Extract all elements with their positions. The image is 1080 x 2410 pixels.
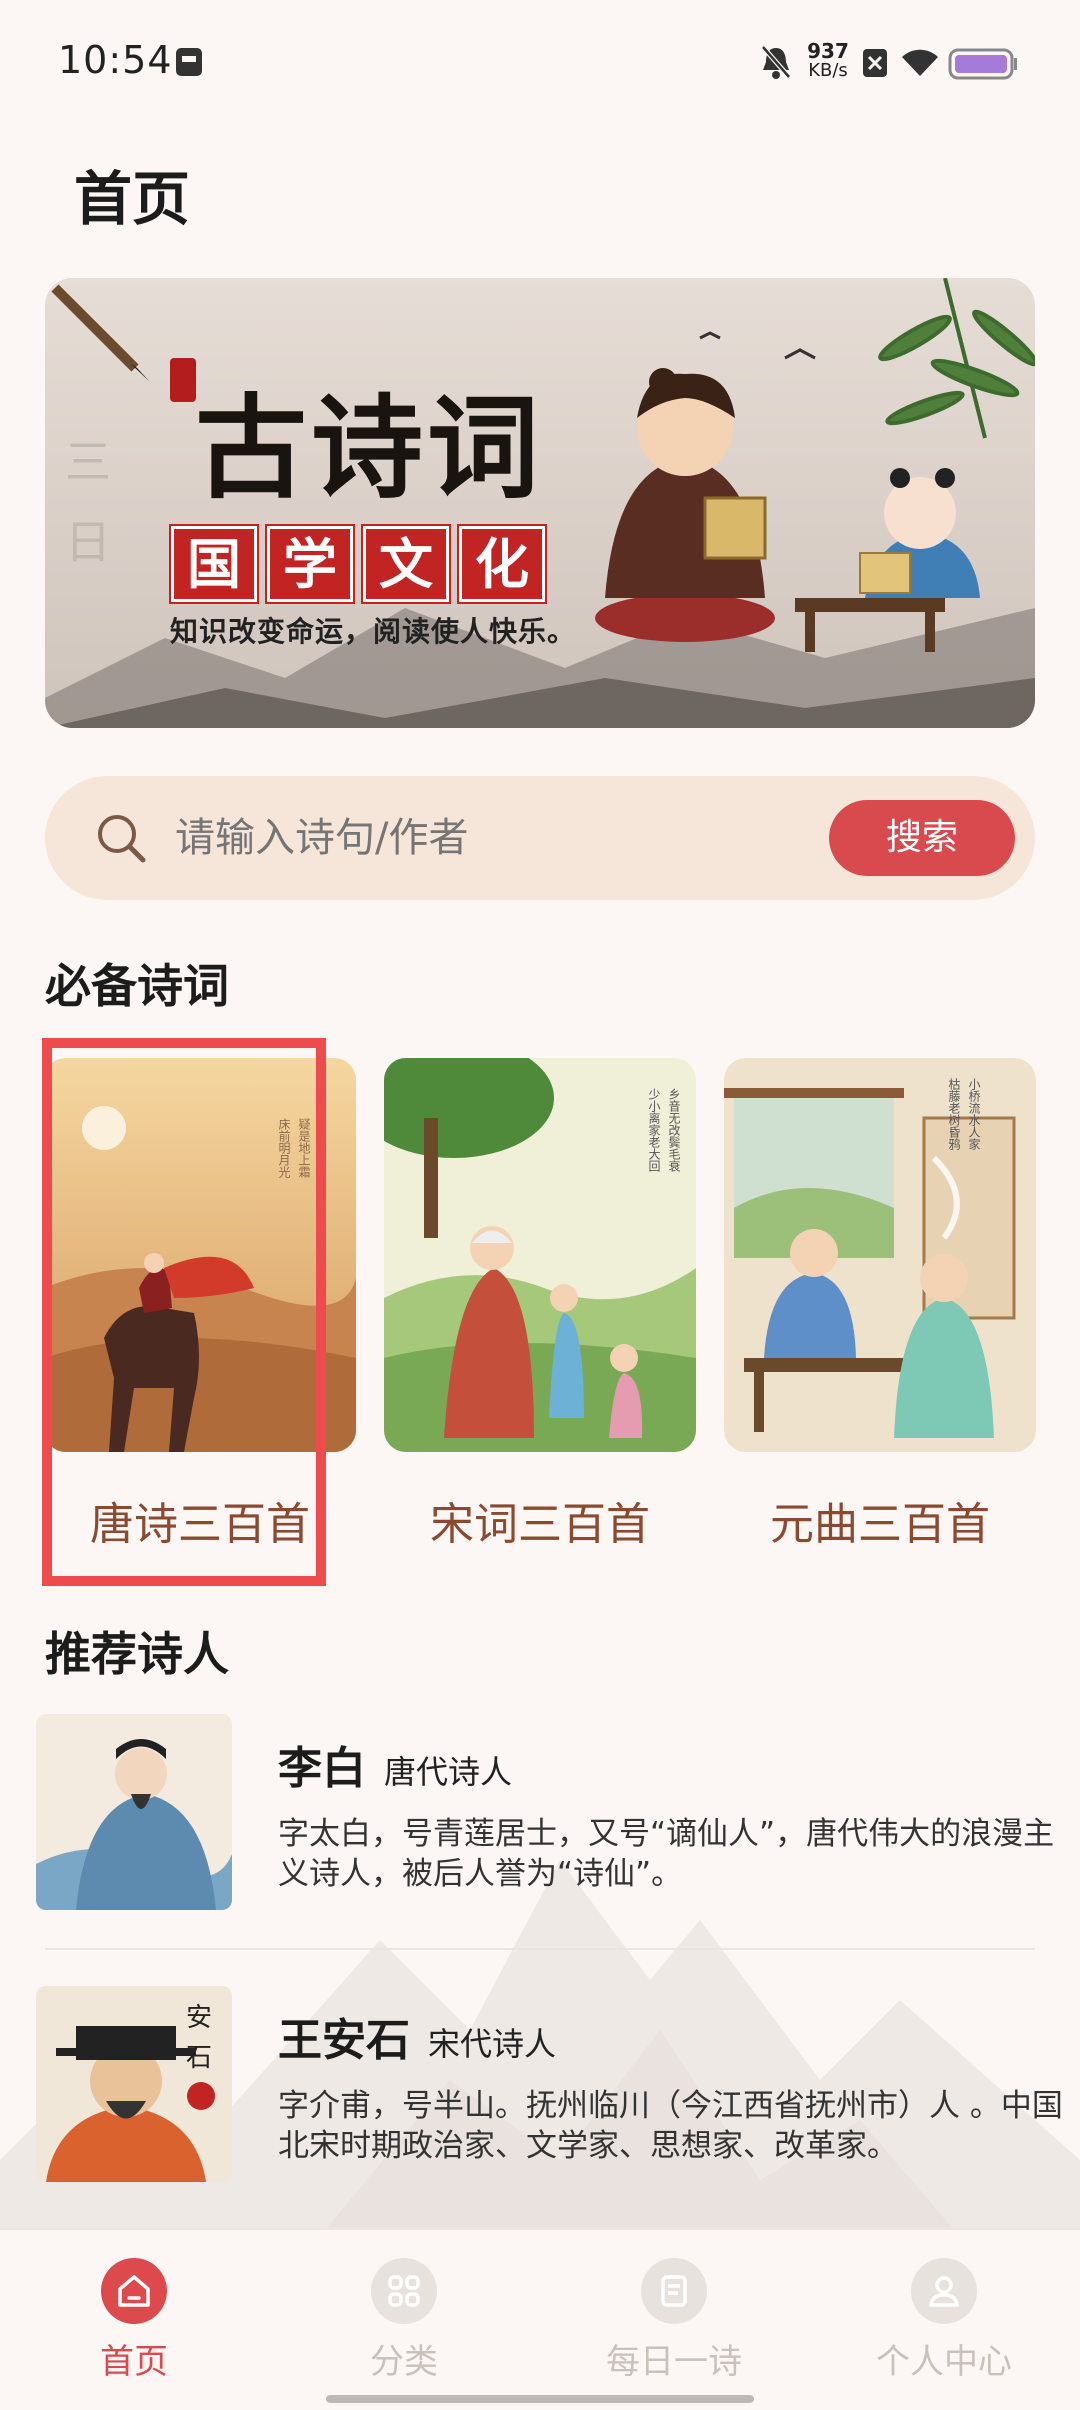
storage-icon	[176, 48, 202, 76]
poet-description: 字介甫，号半山。抚州临川（今江西省抚州市）人 。中国北宋时期政治家、文学家、思想…	[278, 2088, 1063, 2164]
card-image-yuan: 枯藤老树昏鸦 小桥流水人家	[724, 1058, 1036, 1452]
poet-item-wanganshi[interactable]: 安 石 王安石 宋代诗人 字介甫，号半山。抚州临川（今江西省抚州市）人 。中国北宋…	[36, 1986, 1063, 2206]
svg-text:三: 三	[65, 435, 111, 489]
nav-item-category[interactable]: 分类	[294, 2258, 514, 2383]
section-title-poets: 推荐诗人	[45, 1627, 229, 1681]
svg-text:枯藤老树昏鸦: 枯藤老树昏鸦	[947, 1077, 961, 1151]
status-time: 10:54	[58, 38, 173, 82]
poetry-card-yuan[interactable]: 枯藤老树昏鸦 小桥流水人家 元曲三百首	[724, 1058, 1036, 1550]
document-icon	[641, 2258, 707, 2324]
nav-item-home[interactable]: 首页	[24, 2258, 244, 2383]
nav-item-daily-poem[interactable]: 每日一诗	[564, 2258, 784, 2383]
nav-label-daily-poem: 每日一诗	[606, 2342, 742, 2382]
poet-era: 唐代诗人	[384, 1753, 513, 1791]
banner-slogan: 知识改变命运，阅读使人快乐。	[170, 615, 577, 648]
poet-name: 王安石	[278, 2015, 410, 2066]
nav-label-category: 分类	[370, 2342, 438, 2382]
status-bar: 10:54 937 KB/s	[0, 0, 1080, 125]
search-icon	[98, 815, 146, 863]
page-title: 首页	[74, 165, 191, 233]
sim-off-icon	[863, 49, 887, 77]
banner-subtitle: 国 学 文 化	[171, 526, 545, 602]
poet-item-libai[interactable]: 李白 唐代诗人 字太白，号青莲居士，又号“谪仙人”，唐代伟大的浪漫主义诗人，被后人…	[36, 1714, 1054, 1934]
card-label-yuan: 元曲三百首	[770, 1499, 990, 1550]
mute-icon	[761, 45, 791, 79]
wifi-icon	[902, 49, 938, 76]
user-icon	[911, 2258, 977, 2324]
poet-era: 宋代诗人	[428, 2025, 557, 2063]
network-speed-value: 937	[807, 39, 849, 63]
search-input[interactable]	[175, 776, 855, 900]
card-label-song: 宋词三百首	[430, 1499, 650, 1550]
search-button[interactable]: 搜索	[829, 800, 1015, 876]
nav-label-profile: 个人中心	[876, 2342, 1012, 2382]
divider	[45, 1948, 1035, 1950]
poetry-card-song[interactable]: 少小离家老大回 乡音无改鬓毛衰 宋词三百首	[384, 1058, 696, 1550]
banner-subtitle-char: 学	[267, 526, 353, 602]
hero-banner[interactable]: 三 日 古诗词 国 学 文 化 知识改变命运，阅读使人快乐。	[45, 278, 1035, 728]
network-speed: 937 KB/s	[806, 39, 850, 81]
nav-label-home: 首页	[100, 2342, 168, 2382]
poet-name-row: 李白 唐代诗人	[278, 1732, 512, 1796]
bottom-navigation: 首页 分类 每日一诗 个人中心	[0, 2228, 1080, 2410]
search-bar: 搜索	[45, 776, 1035, 900]
selection-highlight-box	[42, 1038, 326, 1586]
poet-avatar-wanganshi: 安 石	[36, 1986, 232, 2182]
grid-icon	[371, 2258, 437, 2324]
card-image-song: 少小离家老大回 乡音无改鬓毛衰	[384, 1058, 696, 1452]
poet-description: 字太白，号青莲居士，又号“谪仙人”，唐代伟大的浪漫主义诗人，被后人誉为“诗仙”。	[278, 1816, 1055, 1892]
home-icon	[101, 2258, 167, 2324]
poet-name-row: 王安石 宋代诗人	[278, 2004, 556, 2068]
banner-title: 古诗词	[195, 383, 543, 514]
svg-text:日: 日	[65, 515, 111, 569]
network-speed-unit: KB/s	[808, 60, 848, 81]
svg-text:少小离家老大回: 少小离家老大回	[647, 1088, 661, 1172]
section-title-must-read: 必备诗词	[45, 959, 229, 1013]
banner-subtitle-char: 文	[363, 526, 449, 602]
battery-icon	[948, 48, 1017, 80]
svg-text:小桥流水人家: 小桥流水人家	[967, 1078, 981, 1150]
poet-avatar-libai	[36, 1714, 232, 1910]
svg-text:安: 安	[186, 2003, 212, 2033]
home-indicator[interactable]	[326, 2395, 754, 2403]
nav-item-profile[interactable]: 个人中心	[834, 2258, 1054, 2383]
svg-text:乡音无改鬓毛衰: 乡音无改鬓毛衰	[667, 1088, 681, 1172]
banner-subtitle-char: 化	[459, 526, 545, 602]
poet-name: 李白	[278, 1743, 366, 1794]
banner-subtitle-char: 国	[171, 526, 257, 602]
svg-text:石: 石	[186, 2043, 212, 2073]
banner-seal	[170, 358, 196, 402]
